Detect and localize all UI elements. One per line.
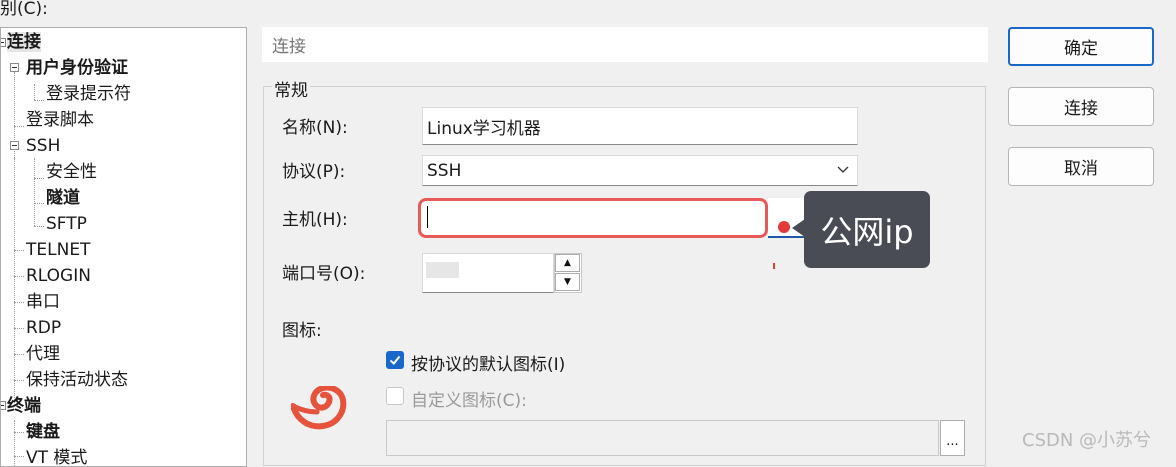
name-label: 名称(N): (282, 118, 348, 138)
tree-connector (14, 432, 24, 433)
tree-item-sftp[interactable]: SFTP (46, 213, 87, 235)
checkmark-icon (389, 355, 401, 365)
tree-connector (14, 328, 24, 329)
tree-connector (14, 456, 24, 457)
tree-item-tunnel[interactable]: 隧道 (46, 187, 80, 209)
tree-connector (14, 126, 24, 127)
tree-item-login-prompt[interactable]: 登录提示符 (46, 83, 131, 105)
default-icon-checkbox[interactable] (386, 351, 404, 369)
tree-item-security[interactable]: 安全性 (46, 161, 97, 183)
tree-item-keyboard[interactable]: 键盘 (26, 421, 60, 443)
tree-item-user-auth[interactable]: 用户身份验证 (26, 57, 128, 79)
tree-item-telnet[interactable]: TELNET (26, 239, 90, 261)
text-cursor (427, 206, 428, 228)
collapse-toggle-icon[interactable] (1, 401, 6, 410)
tree-item-connection[interactable]: 连接 (7, 31, 41, 53)
watermark: CSDN @小苏兮 (1022, 430, 1152, 451)
tree-connector (14, 354, 24, 355)
category-tree[interactable]: 连接 用户身份验证 登录提示符 登录脚本 SSH 安全性 隧道 SFTP TEL… (0, 27, 247, 467)
group-title: 常规 (272, 76, 310, 101)
host-field[interactable] (418, 198, 768, 238)
browse-button[interactable]: ... (940, 420, 965, 456)
spin-up-button[interactable]: ▲ (555, 254, 580, 272)
collapse-toggle-icon[interactable] (10, 141, 19, 150)
tree-connector (14, 420, 15, 466)
protocol-value: SSH (427, 161, 462, 181)
custom-icon-checkbox (386, 387, 404, 405)
default-icon-label[interactable]: 按协议的默认图标(I) (411, 350, 565, 375)
spin-down-button[interactable]: ▼ (555, 273, 580, 291)
tree-item-ssh[interactable]: SSH (26, 135, 60, 157)
tree-connector (14, 158, 15, 402)
tree-item-rdp[interactable]: RDP (26, 317, 61, 339)
app-logo-icon (291, 386, 347, 430)
custom-icon-label: 自定义图标(C): (411, 391, 527, 411)
tree-item-proxy[interactable]: 代理 (26, 343, 60, 365)
collapse-toggle-icon[interactable] (10, 63, 19, 72)
tree-item-login-script[interactable]: 登录脚本 (26, 109, 94, 131)
tree-connector (34, 84, 35, 100)
tree-item-vt-mode[interactable]: VT 模式 (26, 447, 87, 466)
tree-connector (34, 178, 44, 179)
section-header (262, 27, 988, 62)
annotation-mark (773, 263, 775, 269)
protocol-label: 协议(P): (282, 162, 346, 182)
cancel-button[interactable]: 取消 (1008, 147, 1154, 186)
chevron-down-icon[interactable] (834, 161, 852, 179)
tree-connector (14, 380, 24, 381)
tree-connector (34, 100, 44, 101)
icon-label: 图标: (282, 321, 322, 341)
annotation-bubble: 公网ip (804, 191, 930, 268)
custom-icon-path-field (386, 420, 939, 456)
port-label: 端口号(O): (282, 264, 366, 284)
collapse-toggle-icon[interactable] (1, 38, 6, 47)
category-label: 别(C): (0, 0, 48, 19)
tree-connector (34, 203, 44, 204)
tree-item-terminal[interactable]: 终端 (7, 395, 41, 417)
tree-connector (34, 226, 44, 227)
tree-connector (34, 158, 35, 226)
host-label: 主机(H): (282, 210, 348, 230)
tree-connector (14, 250, 24, 251)
annotation-dot (778, 221, 790, 233)
tree-connector (14, 276, 24, 277)
protocol-select[interactable]: SSH (422, 155, 858, 186)
tree-item-keepalive[interactable]: 保持活动状态 (26, 369, 128, 391)
name-field[interactable] (422, 107, 858, 145)
port-value-redaction (426, 262, 459, 278)
tree-item-serial[interactable]: 串口 (26, 291, 60, 313)
section-title: 连接 (272, 37, 306, 57)
ok-button[interactable]: 确定 (1008, 27, 1154, 66)
tree-item-rlogin[interactable]: RLOGIN (26, 265, 91, 287)
tree-connector (14, 302, 24, 303)
connect-button[interactable]: 连接 (1008, 87, 1154, 126)
